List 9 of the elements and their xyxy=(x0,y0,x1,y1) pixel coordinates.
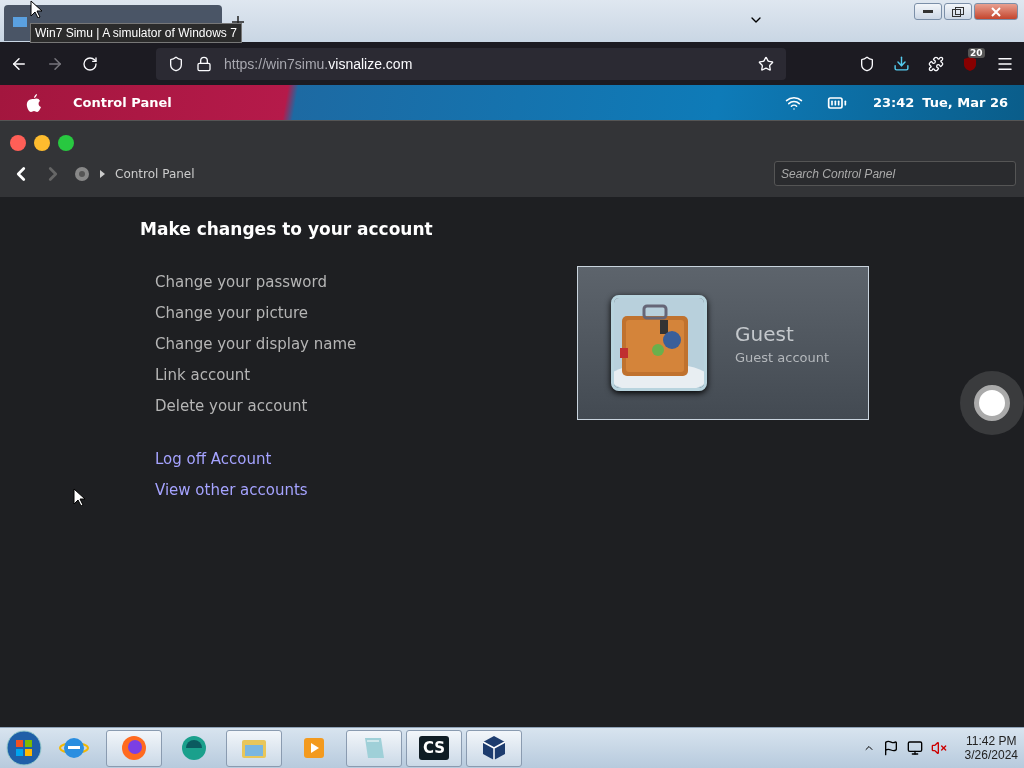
menubar-date: Tue, Mar 26 xyxy=(922,95,1008,110)
count-badge: 20 xyxy=(968,47,985,58)
tooltip: Win7 Simu | A simulator of Windows 7 xyxy=(30,23,242,43)
app-label: CS xyxy=(418,736,450,760)
account-type: Guest account xyxy=(735,349,830,365)
url-text: https://win7simu.visnalize.com xyxy=(224,55,414,72)
account-name: Guest xyxy=(735,321,795,346)
menubar-time: 23:42 xyxy=(872,95,915,110)
page-heading: Make changes to your account xyxy=(140,219,434,239)
